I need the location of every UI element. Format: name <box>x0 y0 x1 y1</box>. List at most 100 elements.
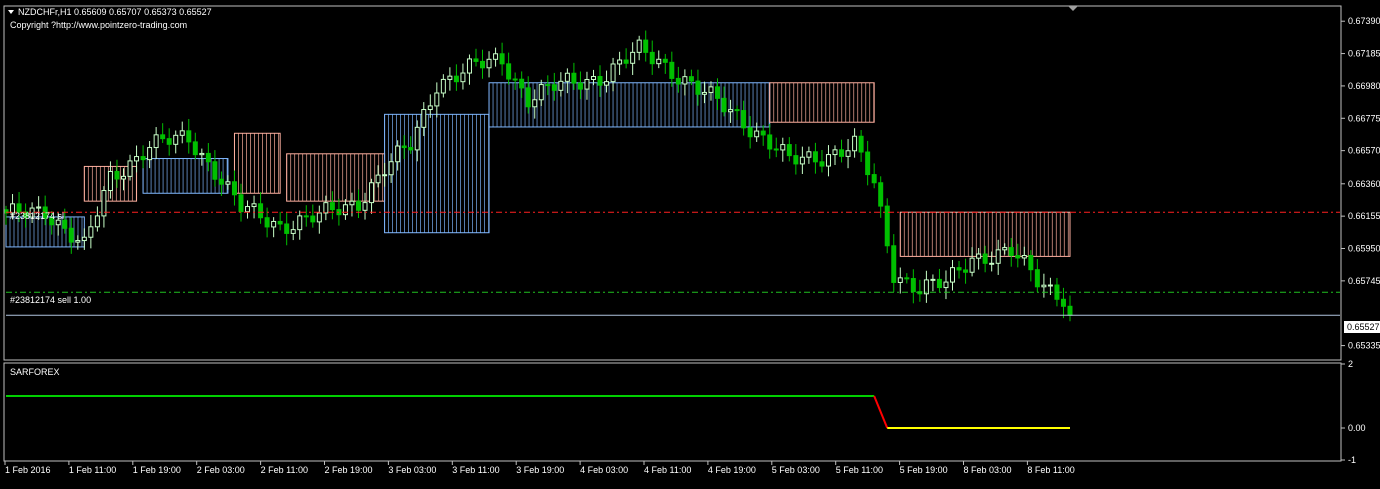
candle-body <box>408 147 414 151</box>
candle-body <box>1060 298 1066 307</box>
candle-body <box>238 194 244 213</box>
candle-body <box>1041 284 1047 288</box>
candle-body <box>316 212 322 223</box>
candle-body <box>1015 255 1021 259</box>
candle-body <box>649 51 655 65</box>
time-tick-label: 2 Feb 03:00 <box>197 465 245 475</box>
candle-body <box>251 203 257 208</box>
candle-body <box>375 174 381 184</box>
candle-body <box>995 249 1001 264</box>
candle-body <box>192 141 198 156</box>
time-tick-label: 3 Feb 03:00 <box>388 465 436 475</box>
candle-body <box>506 63 512 80</box>
candle-body <box>225 181 231 185</box>
time-tick-label: 5 Feb 19:00 <box>900 465 948 475</box>
chart-canvas[interactable]: NZDCHFr,H1 0.65609 0.65707 0.65373 0.655… <box>0 0 1380 484</box>
candle-body <box>173 134 179 145</box>
candle-body <box>179 130 185 136</box>
time-tick-label: 4 Feb 11:00 <box>644 465 691 475</box>
candle-body <box>950 267 956 283</box>
time-tick-label: 3 Feb 19:00 <box>516 465 564 475</box>
candle-body <box>904 277 910 280</box>
candle-body <box>1028 254 1034 271</box>
time-tick-label: 5 Feb 11:00 <box>836 465 883 475</box>
candle-body <box>414 126 420 151</box>
candle-body <box>36 206 42 209</box>
trading-chart[interactable]: NZDCHFr,H1 0.65609 0.65707 0.65373 0.655… <box>0 0 1380 484</box>
candle-body <box>186 130 192 143</box>
candle-body <box>721 97 727 113</box>
candle-body <box>62 219 68 229</box>
candle-body <box>421 109 427 128</box>
candle-body <box>715 86 721 99</box>
candle-body <box>623 59 629 64</box>
candle-body <box>329 202 335 211</box>
price-tick-label: 0.66775 <box>1348 113 1380 123</box>
candle-body <box>891 245 897 283</box>
candle-body <box>212 161 218 180</box>
candle-body <box>708 86 714 93</box>
candle-body <box>297 215 303 231</box>
candle-body <box>447 75 453 80</box>
candle-body <box>852 135 858 152</box>
candle-body <box>538 84 544 101</box>
candle-body <box>277 220 283 225</box>
candle-body <box>976 253 982 259</box>
candle-body <box>1047 284 1053 287</box>
candle-body <box>799 156 805 165</box>
candle-body <box>205 152 211 163</box>
candle-body <box>284 223 290 234</box>
candle-body <box>147 147 153 161</box>
candle-body <box>271 220 277 228</box>
candle-body <box>780 144 786 151</box>
price-tick-label: 0.66155 <box>1348 211 1380 221</box>
candle-body <box>473 58 479 62</box>
copyright-text: Copyright ?http://www.pointzero-trading.… <box>10 20 187 30</box>
candle-body <box>440 78 446 94</box>
candle-body <box>545 84 551 87</box>
candle-body <box>747 127 753 138</box>
time-tick-label: 2 Feb 11:00 <box>261 465 308 475</box>
candle-body <box>395 145 401 163</box>
candle-body <box>564 72 570 82</box>
candle-body <box>577 82 583 90</box>
candle-body <box>94 215 100 228</box>
candle-body <box>675 77 681 85</box>
candle-body <box>630 51 636 64</box>
price-tick-label: 0.66980 <box>1348 81 1380 91</box>
candle-body <box>695 80 701 95</box>
candle-body <box>369 182 375 204</box>
candle-body <box>604 81 610 86</box>
candle-body <box>734 109 740 112</box>
candle-body <box>453 75 459 83</box>
candle-body <box>825 154 831 167</box>
candle-body <box>590 76 596 80</box>
time-tick-label: 4 Feb 19:00 <box>708 465 756 475</box>
candle-body <box>643 39 649 53</box>
chart-background <box>0 0 1380 484</box>
candle-body <box>839 149 845 157</box>
candle-body <box>610 63 616 83</box>
candle-body <box>793 155 799 165</box>
candle-body <box>558 80 564 91</box>
candle-body <box>434 92 440 107</box>
candle-body <box>1021 254 1027 259</box>
candle-body <box>218 178 224 185</box>
candle-body <box>1034 269 1040 288</box>
candle-body <box>728 109 734 113</box>
current-price-label: 0.65527 <box>1347 322 1380 332</box>
candle-body <box>245 206 251 213</box>
candle-body <box>499 53 505 65</box>
candle-body <box>910 278 916 293</box>
candle-body <box>982 253 988 264</box>
candle-body <box>858 135 864 153</box>
candle-body <box>140 156 146 161</box>
candle-body <box>682 76 688 85</box>
price-tick-label: 0.65950 <box>1348 244 1380 254</box>
candle-body <box>519 78 525 89</box>
candle-body <box>688 76 694 82</box>
candle-body <box>310 215 316 223</box>
candle-body <box>355 200 361 211</box>
candle-body <box>68 227 74 243</box>
candle-body <box>936 278 942 289</box>
